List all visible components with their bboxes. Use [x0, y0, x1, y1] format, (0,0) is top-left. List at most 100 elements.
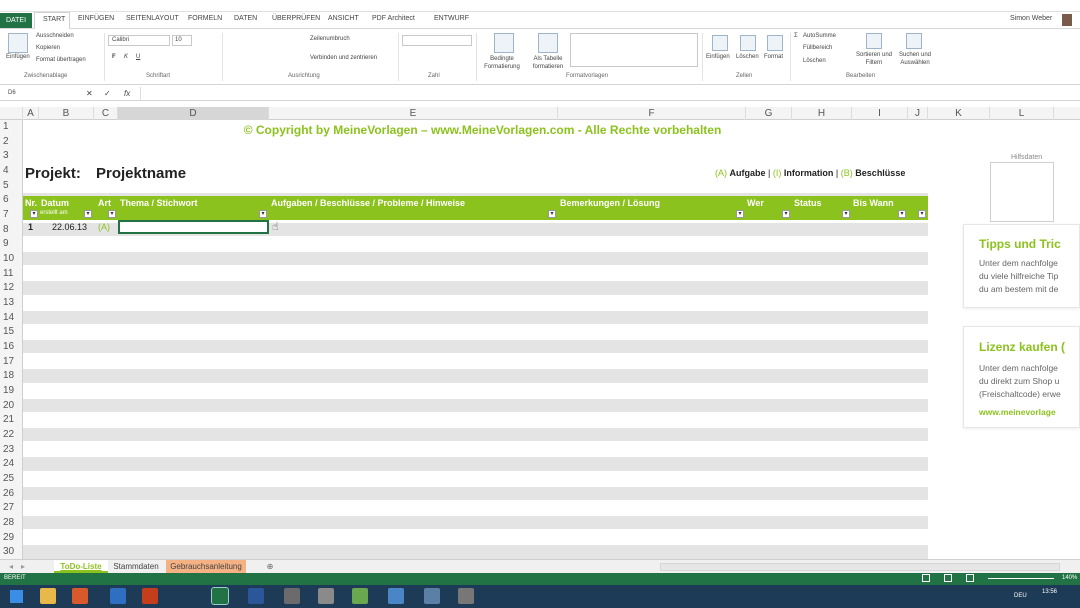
- find-select-button[interactable]: Suchen und Auswählen: [894, 51, 936, 67]
- horizontal-scrollbar[interactable]: [660, 563, 1060, 571]
- row-header-cell[interactable]: 10: [0, 252, 23, 265]
- tab-pdf-architect[interactable]: PDF Architect: [372, 15, 415, 22]
- table-row[interactable]: [23, 281, 928, 295]
- outlook-icon[interactable]: [110, 588, 126, 604]
- format-as-table-icon[interactable]: [538, 33, 558, 53]
- tab-seitenlayout[interactable]: SEITENLAYOUT: [126, 15, 179, 22]
- filter-dropdown-thema[interactable]: ▾: [259, 210, 267, 218]
- tab-daten[interactable]: DATEN: [234, 15, 257, 22]
- tab-ueberpruefen[interactable]: ÜBERPRÜFEN: [272, 15, 320, 22]
- filter-dropdown-status[interactable]: ▾: [842, 210, 850, 218]
- bold-button[interactable]: F: [112, 54, 116, 60]
- row-header-cell[interactable]: 17: [0, 355, 23, 368]
- col-header-l[interactable]: L: [990, 107, 1054, 120]
- row-header-cell[interactable]: 7: [0, 208, 23, 221]
- table-row[interactable]: [23, 530, 928, 545]
- font-size-select[interactable]: 10: [172, 35, 192, 46]
- select-all-corner[interactable]: [0, 107, 23, 120]
- filter-dropdown-nr[interactable]: ▾: [30, 210, 38, 218]
- underline-button[interactable]: U: [136, 54, 140, 60]
- format-cells-icon[interactable]: [767, 35, 783, 51]
- row-header-cell[interactable]: 5: [0, 179, 23, 192]
- app-icon[interactable]: [424, 588, 440, 604]
- table-row[interactable]: [23, 369, 928, 383]
- tab-datei[interactable]: DATEI: [0, 13, 32, 28]
- find-select-icon[interactable]: [906, 33, 922, 49]
- app-icon[interactable]: [388, 588, 404, 604]
- row-header-cell[interactable]: 24: [0, 457, 23, 470]
- row-header-cell[interactable]: 22: [0, 428, 23, 441]
- row-header-cell[interactable]: 26: [0, 487, 23, 500]
- filter-dropdown-wer[interactable]: ▾: [782, 210, 790, 218]
- avatar[interactable]: [1062, 14, 1072, 26]
- active-cell-d6[interactable]: [118, 220, 269, 234]
- table-row[interactable]: [23, 428, 928, 442]
- format-painter-button[interactable]: Format übertragen: [36, 57, 86, 63]
- font-name-select[interactable]: Calibri: [108, 35, 170, 46]
- col-header-k[interactable]: K: [928, 107, 990, 120]
- windows-start-icon[interactable]: [10, 590, 23, 603]
- row-header-cell[interactable]: 14: [0, 311, 23, 324]
- wrap-text-button[interactable]: Zeilenumbruch: [310, 36, 350, 42]
- table-row[interactable]: [23, 310, 928, 325]
- copy-button[interactable]: Kopieren: [36, 45, 60, 51]
- filter-dropdown-extra[interactable]: ▾: [918, 210, 926, 218]
- language-indicator[interactable]: DEU: [1014, 593, 1027, 599]
- row-header-cell[interactable]: 3: [0, 149, 23, 162]
- cell-nr[interactable]: 1: [28, 222, 33, 232]
- delete-cells-button[interactable]: Löschen: [736, 54, 759, 60]
- col-header-i[interactable]: I: [852, 107, 908, 120]
- tab-entwurf[interactable]: ENTWURF: [434, 15, 469, 22]
- row-header-cell[interactable]: 12: [0, 281, 23, 294]
- table-row[interactable]: [23, 472, 928, 486]
- table-row[interactable]: [23, 486, 928, 501]
- col-header-j[interactable]: J: [908, 107, 928, 120]
- col-header-h[interactable]: H: [792, 107, 852, 120]
- row-header-cell[interactable]: 29: [0, 531, 23, 544]
- enter-icon[interactable]: ✓: [104, 89, 111, 98]
- table-row[interactable]: [23, 501, 928, 515]
- conditional-format-button[interactable]: Bedingte Formatierung: [480, 55, 524, 71]
- user-name[interactable]: Simon Weber: [1010, 15, 1052, 22]
- table-row[interactable]: [23, 398, 928, 413]
- sheet-tab-stammdaten[interactable]: Stammdaten: [110, 560, 162, 573]
- zoom-slider[interactable]: [988, 578, 1054, 579]
- row-header-cell[interactable]: 23: [0, 443, 23, 456]
- cell-art[interactable]: (A): [98, 222, 110, 232]
- row-header-cell[interactable]: 19: [0, 384, 23, 397]
- name-box[interactable]: D6: [8, 90, 16, 96]
- paste-icon[interactable]: [8, 33, 28, 53]
- table-row[interactable]: [23, 516, 928, 530]
- cancel-icon[interactable]: ✕: [86, 89, 93, 98]
- paste-button[interactable]: Einfügen: [6, 54, 30, 60]
- excel-icon[interactable]: [211, 587, 229, 605]
- row-header-cell[interactable]: 30: [0, 545, 23, 558]
- clear-button[interactable]: Löschen: [803, 58, 826, 64]
- project-name[interactable]: Projektname: [96, 165, 186, 182]
- row-header-cell[interactable]: 16: [0, 340, 23, 353]
- row-header-cell[interactable]: 18: [0, 369, 23, 382]
- row-header-cell[interactable]: 11: [0, 267, 23, 280]
- license-card-link[interactable]: www.meinevorlage: [979, 406, 1056, 419]
- table-row[interactable]: [23, 354, 928, 369]
- conditional-format-icon[interactable]: [494, 33, 514, 53]
- table-row[interactable]: [23, 252, 928, 266]
- tab-start[interactable]: START: [34, 12, 70, 29]
- row-header-cell[interactable]: 4: [0, 164, 23, 177]
- col-header-e[interactable]: E: [269, 107, 558, 120]
- tab-einfuegen[interactable]: EINFÜGEN: [78, 15, 114, 22]
- zoom-level[interactable]: 140%: [1062, 575, 1077, 581]
- filter-dropdown-datum[interactable]: ▾: [84, 210, 92, 218]
- app-icon[interactable]: [284, 588, 300, 604]
- table-row[interactable]: [23, 442, 928, 457]
- filter-dropdown-bemerkungen[interactable]: ▾: [736, 210, 744, 218]
- scroll-left-icon[interactable]: ◂: [6, 560, 16, 573]
- autosum-button[interactable]: AutoSumme: [803, 33, 836, 39]
- format-cells-button[interactable]: Format: [764, 54, 783, 60]
- row-header-cell[interactable]: 27: [0, 501, 23, 514]
- filter-dropdown-aufgaben[interactable]: ▾: [548, 210, 556, 218]
- filter-dropdown-bis-wann[interactable]: ▾: [898, 210, 906, 218]
- app-icon[interactable]: [318, 588, 334, 604]
- add-sheet-icon[interactable]: ⊕: [264, 560, 276, 573]
- row-header-cell[interactable]: 9: [0, 237, 23, 250]
